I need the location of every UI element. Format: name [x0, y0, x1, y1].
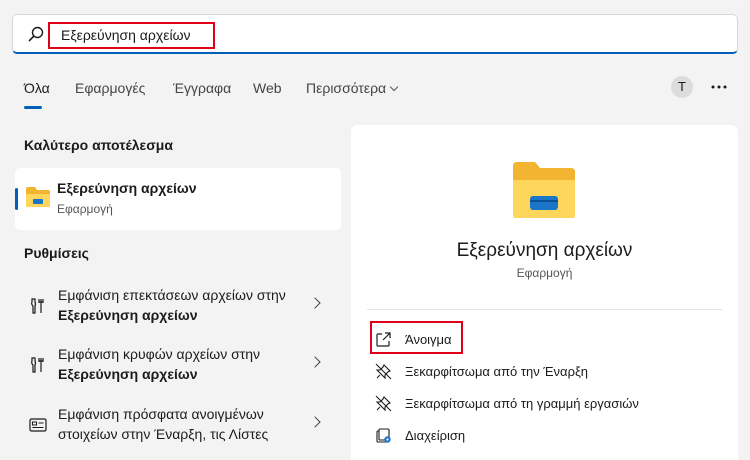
- setting-item-text: Εμφάνιση πρόσφατα ανοιγμένων στοιχείων σ…: [58, 404, 308, 444]
- divider: [367, 309, 722, 310]
- avatar[interactable]: T: [671, 76, 693, 98]
- display-icon: [29, 418, 47, 432]
- setting-item-text: Εμφάνιση κρυφών αρχείων στην Εξερεύνηση …: [58, 344, 308, 384]
- setting-item-text: Εμφάνιση επεκτάσεων αρχείων στην Εξερεύν…: [58, 285, 308, 325]
- chevron-right-icon: [309, 416, 321, 428]
- selection-indicator: [15, 188, 18, 210]
- active-tab-indicator: [24, 106, 42, 109]
- setting-item-show-extensions[interactable]: Εμφάνιση επεκτάσεων αρχείων στην Εξερεύν…: [15, 285, 341, 341]
- settings-heading: Ρυθμίσεις: [24, 245, 89, 261]
- settings-tool-icon: [31, 298, 44, 314]
- unpin-start-label: Ξεκαρφίτσωμα από την Έναρξη: [405, 364, 589, 379]
- manage-action-label: Διαχείριση: [405, 428, 466, 443]
- tab-more-label: Περισσότερα: [306, 80, 387, 96]
- more-icon[interactable]: [708, 76, 730, 98]
- unpin-icon: [375, 363, 392, 380]
- tab-documents[interactable]: Έγγραφα: [164, 72, 240, 106]
- setting-item-label: Εμφάνιση κρυφών αρχείων στην: [58, 346, 261, 362]
- search-icon: [28, 26, 44, 42]
- search-query-highlight: [48, 22, 215, 49]
- chevron-right-icon: [309, 297, 321, 309]
- folder-icon: [26, 187, 50, 207]
- manage-icon: [376, 428, 391, 443]
- detail-title: Εξερεύνηση αρχείων: [456, 240, 633, 261]
- tab-all[interactable]: Όλα: [15, 72, 59, 109]
- best-match-card[interactable]: Εξερεύνηση αρχείων Εφαρμογή: [15, 168, 341, 230]
- tab-all-label: Όλα: [24, 80, 50, 96]
- tab-more[interactable]: Περισσότερα: [297, 72, 406, 106]
- tab-web[interactable]: Web: [244, 72, 291, 106]
- search-box[interactable]: [12, 14, 738, 54]
- tab-documents-label: Έγγραφα: [173, 80, 232, 96]
- tab-web-label: Web: [253, 80, 282, 96]
- setting-item-show-hidden[interactable]: Εμφάνιση κρυφών αρχείων στην Εξερεύνηση …: [15, 344, 341, 400]
- folder-icon: [513, 162, 575, 218]
- best-match-type: Εφαρμογή: [57, 202, 113, 216]
- detail-panel: Εξερεύνηση αρχείων Εφαρμογή Άνοιγμα Ξεκα…: [351, 125, 738, 460]
- tab-apps-label: Εφαρμογές: [75, 80, 146, 96]
- setting-item-bold: Εξερεύνηση αρχείων: [58, 366, 198, 382]
- best-match-name: Εξερεύνηση αρχείων: [57, 180, 197, 196]
- setting-item-label: Εμφάνιση επεκτάσεων αρχείων στην: [58, 287, 286, 303]
- unpin-icon: [375, 395, 392, 412]
- setting-item-recent-items[interactable]: Εμφάνιση πρόσφατα ανοιγμένων στοιχείων σ…: [15, 404, 341, 460]
- setting-item-label: Εμφάνιση πρόσφατα ανοιγμένων στοιχείων σ…: [58, 406, 269, 442]
- detail-subtitle: Εφαρμογή: [516, 266, 573, 280]
- chevron-down-icon: [389, 82, 399, 92]
- chevron-right-icon: [309, 356, 321, 368]
- best-match-heading: Καλύτερο αποτέλεσμα: [24, 137, 173, 153]
- open-action-highlight: [370, 321, 463, 354]
- settings-tool-icon: [31, 357, 44, 373]
- tab-apps[interactable]: Εφαρμογές: [66, 72, 154, 106]
- setting-item-bold: Εξερεύνηση αρχείων: [58, 307, 198, 323]
- unpin-taskbar-label: Ξεκαρφίτσωμα από τη γραμμή εργασιών: [405, 396, 639, 411]
